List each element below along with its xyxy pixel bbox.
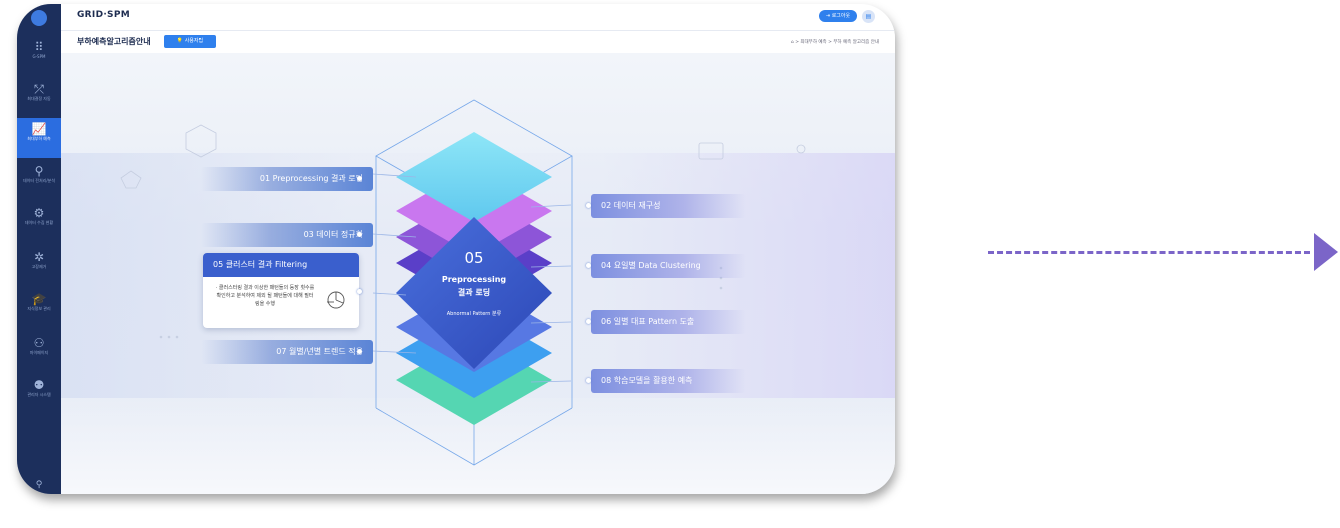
sidebar-item-analysis[interactable]: ⚲ 데이터 전처리/분석 <box>17 160 61 200</box>
analysis-icon: ⚲ <box>34 164 44 178</box>
lightbulb-icon: 💡 <box>176 38 185 44</box>
sidebar-item-label: 고장제거 <box>31 264 47 269</box>
learn-icon: 🎓 <box>31 292 47 306</box>
filter-chart-icon <box>327 291 345 309</box>
sidebar-item-label: 최대부하 예측 <box>27 136 51 141</box>
step-03[interactable]: 03 데이터 정규화 <box>201 223 373 247</box>
center-title-line1: Preprocessing <box>441 275 507 284</box>
step-04[interactable]: 04 요일별 Data Clustering <box>591 254 746 278</box>
sidebar-item-mypage[interactable]: ⚇ 마이페이지 <box>17 332 61 372</box>
app-window: ⠿ G-SPM ⤱ 최대결정 자동 📈 최대부하 예측 ⚲ 데이터 전처리/분석… <box>17 4 895 494</box>
step-01[interactable]: 01 Preprocessing 결과 로딩 <box>201 167 373 191</box>
step-05-dot <box>357 289 362 294</box>
top-bar: GRID·SPM ⇥ 로그아웃 ▤ <box>61 4 895 30</box>
center-subtitle: Abnormal Pattern 분류 <box>446 311 502 317</box>
arrow-right-icon <box>1314 233 1338 271</box>
detail-card-description: · 클러스터링 결과 이상한 패턴들의 등장 횟수를 확인하고 분석하여 제외 … <box>215 285 315 307</box>
sidebar-item-knowledge[interactable]: 🎓 지식정보 관리 <box>17 288 61 328</box>
grid-icon: ⠿ <box>34 40 44 54</box>
sidebar: ⠿ G-SPM ⤱ 최대결정 자동 📈 최대부하 예측 ⚲ 데이터 전처리/분석… <box>17 4 61 494</box>
gear-icon: ✲ <box>33 250 45 264</box>
step-08-dot <box>586 378 591 383</box>
manual-button[interactable]: 💡 사용자팁 <box>164 35 216 48</box>
sidebar-bottom-controls[interactable]: ⚲ <box>17 474 61 494</box>
sidebar-item-label: 지식정보 관리 <box>27 306 51 311</box>
dashed-arrow-line <box>988 251 1310 254</box>
document-icon[interactable]: ▤ <box>862 10 875 23</box>
center-title-line2: 결과 로딩 <box>457 288 491 297</box>
step-08[interactable]: 08 학습모델을 활용한 예측 <box>591 369 746 393</box>
user-icon: ⚇ <box>33 336 45 350</box>
logout-button[interactable]: ⇥ 로그아웃 <box>819 10 857 22</box>
step-02[interactable]: 02 데이터 재구성 <box>591 194 746 218</box>
profile-icon: ⚲ <box>35 480 43 490</box>
sidebar-item-label: 최대결정 자동 <box>27 96 51 101</box>
sidebar-item-label: 마이페이지 <box>29 350 49 355</box>
page-title: 부하예측알고리즘안내 <box>77 37 151 46</box>
brand-logo: GRID·SPM <box>77 10 130 20</box>
step-02-dot <box>586 203 591 208</box>
sidebar-item-decision[interactable]: ⤱ 최대결정 자동 <box>17 78 61 118</box>
manual-label: 사용자팁 <box>184 38 204 44</box>
detail-card-title: 05 클러스터 결과 Filtering <box>203 253 359 277</box>
sidebar-item-label: 데이터 수집 현황 <box>24 220 54 225</box>
sidebar-item-label: G-SPM <box>32 54 46 59</box>
step-07-dot <box>357 349 362 354</box>
sidebar-item-label: 데이터 전처리/분석 <box>22 178 56 183</box>
sidebar-item-label: 관리자 시스템 <box>27 392 51 397</box>
sidebar-item-fault[interactable]: ✲ 고장제거 <box>17 246 61 286</box>
breadcrumb: ⌂ > 최대부하 예측 > 부하 예측 알고리즘 안내 <box>790 40 879 45</box>
step-03-dot <box>357 232 362 237</box>
sidebar-item-forecast[interactable]: 📈 최대부하 예측 <box>17 118 61 158</box>
step-06-dot <box>586 319 591 324</box>
step-06[interactable]: 06 일별 대표 Pattern 도출 <box>591 310 746 334</box>
center-step-number: 05 <box>464 249 484 267</box>
step-07[interactable]: 07 월별/년별 트렌드 적용 <box>201 340 373 364</box>
step-05-detail-card: 05 클러스터 결과 Filtering · 클러스터링 결과 이상한 패턴들의… <box>203 253 359 328</box>
sidebar-item-admin[interactable]: ⚉ 관리자 시스템 <box>17 374 61 414</box>
logout-label: 로그아웃 <box>831 13 851 19</box>
sidebar-item-collect[interactable]: ⚙ 데이터 수집 현황 <box>17 202 61 242</box>
admin-icon: ⚉ <box>33 378 45 392</box>
collect-icon: ⚙ <box>33 206 45 220</box>
app-logo <box>31 10 47 26</box>
layer-stack-illustration <box>120 99 806 466</box>
step-04-dot <box>586 263 591 268</box>
step-01-dot <box>357 176 362 181</box>
chart-icon: ⤱ <box>34 82 44 96</box>
trend-icon: 📈 <box>31 122 47 136</box>
algorithm-diagram: 01 Preprocessing 결과 로딩 03 데이터 정규화 07 월별/… <box>61 53 895 494</box>
page-header: 부하예측알고리즘안내 💡 사용자팁 ⌂ > 최대부하 예측 > 부하 예측 알고… <box>61 30 895 54</box>
sidebar-item-gspm[interactable]: ⠿ G-SPM <box>17 36 61 76</box>
